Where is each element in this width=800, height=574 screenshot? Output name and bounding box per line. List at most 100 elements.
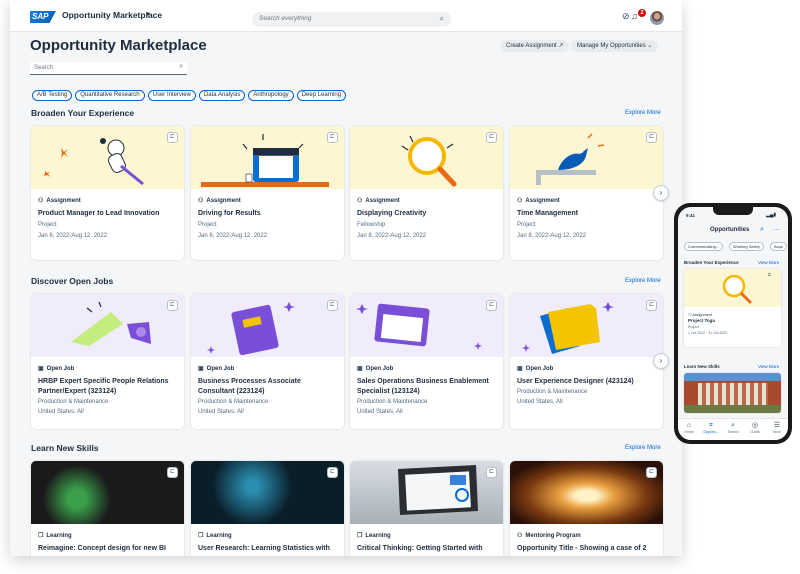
card-type: ⚇ Assignment: [357, 197, 400, 204]
tab-home-label: Home: [684, 430, 694, 434]
manage-opportunities-button[interactable]: Manage My Opportunities ⌄: [571, 40, 659, 52]
card-category: Project: [517, 222, 536, 228]
briefcase-icon: ▣: [357, 366, 363, 372]
search-icon[interactable]: ⌕: [179, 63, 183, 71]
bookmark-icon[interactable]: ⊏: [486, 132, 497, 143]
tab-opportunities[interactable]: ⌗ Opportu...: [702, 422, 720, 440]
phone-chip[interactable]: Working Safely: [729, 242, 764, 251]
phone-view-more-link[interactable]: View More: [758, 364, 779, 369]
assignment-card[interactable]: ⊏ ⚇ Assignment Driving for Results Projec…: [191, 126, 344, 260]
job-card[interactable]: ⊏ ▣ Open Job Business Processes Associate…: [191, 294, 344, 429]
phone-tab-bar: ⌂ Home ⌗ Opportu... ⌕ Search ◎ Goals ☰ More: [678, 418, 788, 440]
filter-chip[interactable]: Data Analysis: [198, 90, 246, 101]
search-icon[interactable]: ⌕: [440, 14, 444, 24]
card-title: Reimagine: Concept design for new BI: [38, 545, 166, 552]
phone-learning-card[interactable]: [684, 373, 781, 413]
bookmark-icon[interactable]: ⊏: [167, 300, 178, 311]
tab-more[interactable]: ☰ More: [768, 422, 786, 440]
card-type-label: Assignment: [206, 198, 241, 204]
tab-opportunities-label: Opportu...: [703, 430, 719, 434]
card-title: Sales Operations Business Enablement Spe…: [357, 378, 489, 395]
briefcase-icon: ▣: [517, 366, 523, 372]
card-title: Business Processes Associate Consultant …: [198, 378, 301, 395]
bookmark-icon[interactable]: ⊏: [167, 467, 178, 478]
bookmark-icon[interactable]: ⊏: [646, 300, 657, 311]
carousel-next-button[interactable]: ›: [653, 185, 669, 201]
card-title: User Experience Designer (423124): [517, 378, 634, 385]
filter-chip[interactable]: A/B Testing: [32, 90, 73, 101]
bookmark-icon[interactable]: ⊏: [167, 132, 178, 143]
create-assignment-label: Create Assignment: [506, 43, 557, 49]
card-location: United States, All: [357, 409, 403, 415]
explore-more-experience-link[interactable]: Explore More: [625, 110, 661, 116]
search-icon[interactable]: ⌕: [760, 226, 764, 234]
job-card[interactable]: ⊏ ▣ Open Job HRBP Expert Specific People …: [31, 294, 184, 429]
help-icon[interactable]: ⊘: [622, 11, 630, 22]
job-card[interactable]: ⊏ ▣ Open Job User Experience Designer (42…: [510, 294, 663, 429]
card-type-label: Open Job: [206, 366, 235, 372]
learning-card[interactable]: ⊏ ❒ Learning Critical Thinking: Getting S…: [350, 461, 503, 556]
global-search-placeholder: Search everything: [259, 15, 312, 22]
assignment-icon: ⚇: [517, 198, 523, 204]
tab-goals[interactable]: ◎ Goals: [746, 422, 764, 440]
phone-section-title: Broaden Your Experience: [684, 260, 739, 265]
page-title: Opportunity Marketplace: [30, 37, 207, 54]
bookmark-icon[interactable]: ⊏: [327, 132, 338, 143]
phone-mockup: 9:41 ▂▄▮ Opportunities ⌕ … Communicating…: [674, 203, 792, 444]
card-category: Production & Maintenance: [38, 399, 109, 405]
bookmark-icon[interactable]: ⊏: [327, 467, 338, 478]
tab-home[interactable]: ⌂ Home: [680, 422, 698, 440]
explore-more-skills-link[interactable]: Explore More: [625, 445, 661, 451]
bookmark-icon[interactable]: ⊏: [486, 467, 497, 478]
briefcase-icon: ▣: [38, 366, 44, 372]
mentoring-card[interactable]: ⊏ ⚇ Mentoring Program Opportunity Title -…: [510, 461, 663, 556]
building-photo: [698, 383, 768, 405]
card-location: United States, All: [198, 409, 244, 415]
assignment-card[interactable]: ⊏ ⚇ Assignment Time Management Project Ja…: [510, 126, 663, 260]
assignment-icon: ⚇: [357, 198, 363, 204]
bookmark-icon[interactable]: ⊏: [327, 300, 338, 311]
filter-chip[interactable]: User Interview: [147, 90, 196, 101]
phone-assignment-card[interactable]: ⊏ ⚇ Assignment Project Toga Project 1 Oc…: [684, 269, 781, 347]
global-search-input[interactable]: Search everything ⌕: [252, 12, 451, 27]
goals-icon: ◎: [751, 422, 759, 429]
light-tunnel-photo: [510, 461, 663, 524]
filter-chip[interactable]: Deep Learning: [296, 90, 347, 101]
sap-logo[interactable]: SAP: [30, 11, 56, 23]
caret-down-icon[interactable]: ▼: [145, 12, 151, 18]
bookmark-icon[interactable]: ⊏: [768, 272, 771, 277]
explore-more-jobs-link[interactable]: Explore More: [625, 278, 661, 284]
card-type: ▣ Open Job: [198, 365, 234, 372]
search-input[interactable]: Search ⌕: [30, 62, 187, 75]
filter-chip[interactable]: Quantitative Research: [75, 90, 145, 101]
notification-badge: 2: [638, 9, 646, 17]
card-title: Product Manager to Lead Innovation: [38, 210, 160, 217]
filter-chip[interactable]: Anthropology: [248, 90, 294, 101]
tab-more-label: More: [773, 430, 781, 434]
carousel-next-button[interactable]: ›: [653, 353, 669, 369]
more-icon[interactable]: …: [773, 225, 780, 232]
card-type-label: Assignment: [525, 198, 560, 204]
learning-card[interactable]: ⊏ ❒ Learning Reimagine: Concept design fo…: [31, 461, 184, 556]
card-type-label: Learning: [365, 533, 391, 539]
phone-chip[interactable]: Communicating...: [684, 242, 724, 251]
avatar[interactable]: [650, 11, 664, 25]
card-dates: Jan 8, 2022-Aug 12, 2022: [38, 233, 108, 239]
assignment-card[interactable]: ⊏ ⚇ Assignment Product Manager to Lead In…: [31, 126, 184, 260]
phone-view-more-link[interactable]: View More: [758, 260, 779, 265]
tab-search[interactable]: ⌕ Search: [724, 422, 742, 440]
assignment-card[interactable]: ⊏ ⚇ Assignment Displaying Creativity Fell…: [350, 126, 503, 260]
create-assignment-button[interactable]: Create Assignment ↗: [500, 40, 570, 52]
job-card[interactable]: ⊏ ▣ Open Job Sales Operations Business En…: [350, 294, 503, 429]
phone-screen: 9:41 ▂▄▮ Opportunities ⌕ … Communicating…: [678, 207, 788, 440]
bookmark-icon[interactable]: ⊏: [646, 467, 657, 478]
card-category: Production & Maintenance: [517, 389, 588, 395]
card-type-label: Assignment: [46, 198, 81, 204]
bookmark-icon[interactable]: ⊏: [486, 300, 497, 311]
card-category: Production & Maintenance: [198, 399, 269, 405]
card-location: United States, All: [517, 399, 563, 405]
bookmark-icon[interactable]: ⊏: [646, 132, 657, 143]
learning-card[interactable]: ⊏ ❒ Learning User Research: Learning Stat…: [191, 461, 344, 556]
phone-chip[interactable]: Acqu: [770, 242, 788, 251]
bell-icon[interactable]: ♫: [631, 11, 638, 21]
